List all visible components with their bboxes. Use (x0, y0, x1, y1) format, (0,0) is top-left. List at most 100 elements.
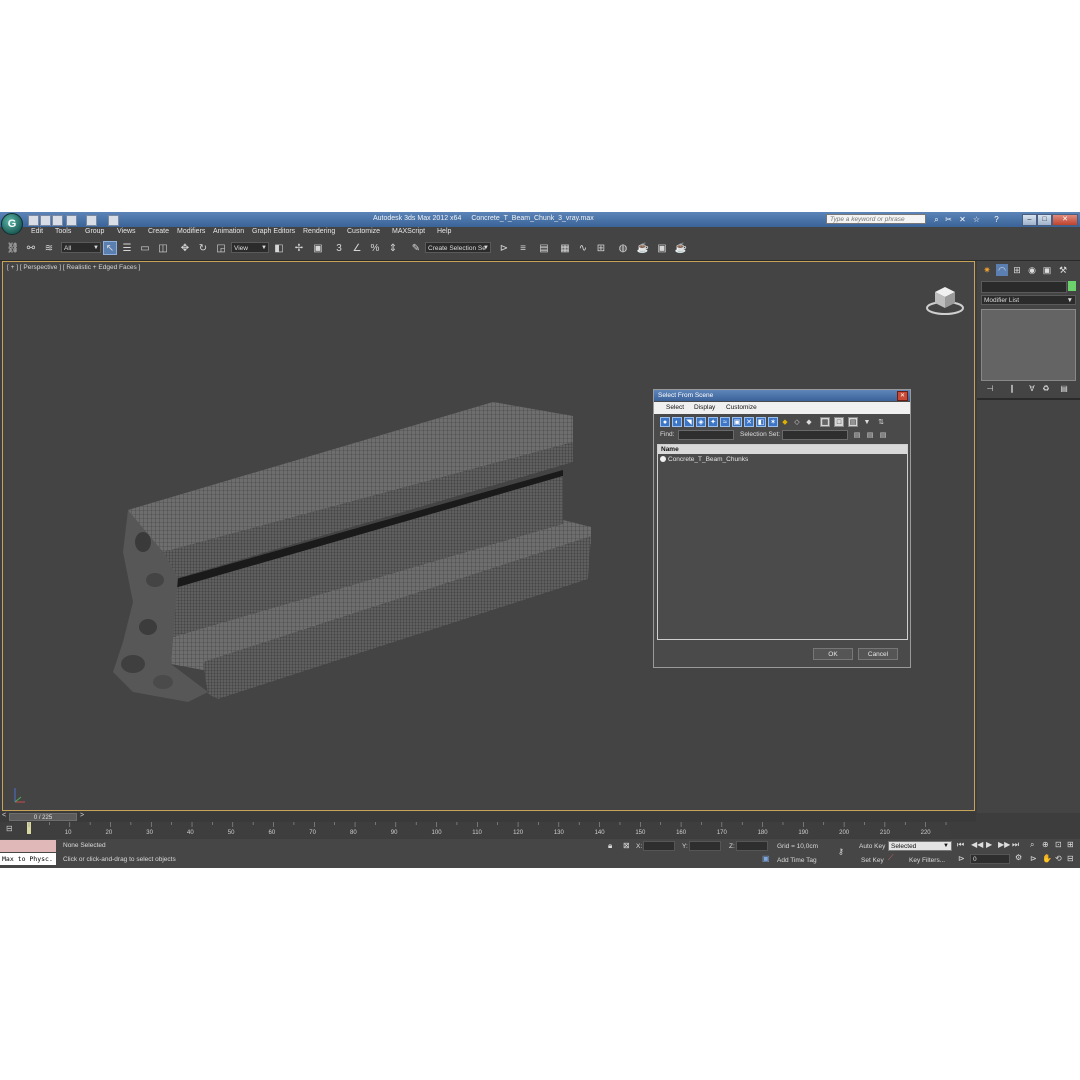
align-icon[interactable]: ≡ (516, 241, 530, 255)
add-time-tag-button[interactable]: Add Time Tag (777, 857, 817, 864)
pivot-center-icon[interactable]: ◧ (272, 241, 286, 255)
redo-icon[interactable] (86, 215, 97, 226)
unlink-icon[interactable]: ⚯ (24, 241, 38, 255)
field-of-view-icon[interactable]: ⊳ (1030, 854, 1037, 863)
time-tag-icon[interactable]: ▣ (762, 854, 770, 863)
snaps-toggle-icon[interactable]: 3 (332, 241, 346, 255)
auto-key-button[interactable]: Auto Key (859, 843, 885, 850)
hierarchy-tab-icon[interactable]: ⊞ (1011, 264, 1023, 276)
binoculars-icon[interactable]: ⌕ (932, 215, 941, 224)
show-end-result-icon[interactable]: ∥ (1007, 384, 1017, 394)
display-geometry-icon[interactable]: ● (660, 417, 670, 427)
favorites-icon[interactable]: ☆ (972, 215, 981, 224)
go-to-end-icon[interactable]: ⏭ (1012, 840, 1019, 850)
select-all-icon[interactable]: ▦ (820, 417, 830, 427)
configure-modifier-sets-icon[interactable]: ▤ (1059, 384, 1069, 394)
menu-tools[interactable]: Tools (55, 228, 71, 235)
maxscript-listener-input[interactable]: Max to Physc. (0, 853, 56, 865)
scene-object-list[interactable]: Name Concrete_T_Beam_Chunks (657, 444, 908, 640)
maximize-viewport-icon[interactable]: ⊟ (1067, 854, 1074, 863)
render-setup-icon[interactable]: ☕ (636, 241, 650, 255)
graphite-ribbon-icon[interactable]: ▦ (558, 241, 572, 255)
reference-coordinate-dropdown[interactable]: View ▼ (231, 242, 269, 253)
subscription-icon[interactable]: ✂ (944, 215, 953, 224)
select-and-link-icon[interactable]: ⛓ (6, 241, 20, 255)
name-column-header[interactable]: Name (658, 445, 907, 454)
menu-customize[interactable]: Customize (347, 228, 380, 235)
select-none-icon[interactable]: □ (834, 417, 844, 427)
remove-modifier-icon[interactable]: ♻ (1041, 384, 1051, 394)
maxscript-listener-top[interactable] (0, 840, 56, 852)
zoom-all-icon[interactable]: ⊕ (1042, 840, 1049, 849)
motion-tab-icon[interactable]: ◉ (1026, 264, 1038, 276)
menu-create[interactable]: Create (148, 228, 169, 235)
select-by-name-icon[interactable]: ☰ (120, 241, 134, 255)
previous-frame-icon[interactable]: < (2, 812, 6, 819)
time-slider-thumb[interactable]: 0 / 225 (9, 813, 77, 821)
next-key-icon[interactable]: ▶▶ (998, 840, 1010, 849)
edit-selection-set-icon[interactable]: ▤ (865, 430, 875, 440)
display-lights-icon[interactable]: ◥ (684, 417, 694, 427)
key-filter-toggle-icon[interactable]: ⟋ (888, 853, 894, 863)
select-and-move-icon[interactable]: ✥ (178, 241, 192, 255)
object-color-swatch[interactable] (1068, 281, 1076, 291)
menu-views[interactable]: Views (117, 228, 136, 235)
make-unique-icon[interactable]: ∀ (1027, 384, 1037, 394)
angle-snap-icon[interactable]: ∠ (350, 241, 364, 255)
minimize-button[interactable]: – (1022, 214, 1037, 226)
display-groups-icon[interactable]: ▣ (732, 417, 742, 427)
spinner-snap-icon[interactable]: ⇕ (386, 241, 400, 255)
ok-button[interactable]: OK (813, 648, 853, 660)
rendered-frame-window-icon[interactable]: ▣ (655, 241, 669, 255)
set-key-icon[interactable]: ⚷ (838, 847, 844, 856)
display-frozen-icon[interactable]: ✶ (768, 417, 778, 427)
maximize-button[interactable]: □ (1037, 214, 1052, 226)
display-xrefs-icon[interactable]: ✕ (744, 417, 754, 427)
display-cameras-icon[interactable]: ◈ (696, 417, 706, 427)
undo-icon[interactable] (66, 215, 77, 226)
orbit-icon[interactable]: ⟲ (1055, 854, 1062, 863)
absolute-mode-icon[interactable]: ⊠ (623, 841, 630, 850)
z-coordinate-field[interactable] (736, 841, 768, 851)
selection-set-dropdown[interactable] (782, 430, 848, 440)
concrete-t-beam-mesh[interactable] (103, 402, 603, 702)
pin-stack-icon[interactable]: ⊣ (985, 384, 995, 394)
pan-view-icon[interactable]: ✋ (1042, 854, 1052, 863)
dialog-close-button[interactable]: ✕ (897, 391, 908, 401)
key-mode-toggle-icon[interactable]: ⊳ (958, 854, 965, 863)
object-name-field[interactable] (981, 281, 1067, 293)
track-bar[interactable]: ⊟ 10 20 30 40 50 60 70 80 90 100 110 120 130 140 150 16… (0, 822, 950, 838)
select-object-icon[interactable]: ↖ (103, 241, 117, 255)
current-frame-field[interactable]: 0 (970, 854, 1010, 864)
utilities-tab-icon[interactable]: ⚒ (1057, 264, 1069, 276)
lock-selection-icon[interactable]: 🔒︎ (608, 841, 612, 851)
display-shapes-icon[interactable]: ◐ (672, 417, 682, 427)
display-invert-icon[interactable]: ◆ (804, 417, 814, 427)
menu-edit[interactable]: Edit (31, 228, 43, 235)
search-input[interactable]: Type a keyword or phrase (826, 214, 926, 224)
next-frame-icon[interactable]: > (80, 812, 84, 819)
select-and-rotate-icon[interactable]: ↻ (196, 241, 210, 255)
modifier-stack[interactable] (981, 309, 1076, 381)
go-to-start-icon[interactable]: ⏮ (957, 840, 964, 850)
filter-icon[interactable]: ▼ (862, 417, 872, 427)
display-bones-icon[interactable]: ◧ (756, 417, 766, 427)
dialog-menu-customize[interactable]: Customize (726, 404, 757, 411)
named-selection-set-dropdown[interactable]: Create Selection Se ▼ (425, 242, 491, 253)
viewport-label[interactable]: [ + ] [ Perspective ] [ Realistic + Edge… (7, 264, 140, 271)
project-folder-icon[interactable] (108, 215, 119, 226)
time-slider[interactable]: < 0 / 225 > (0, 812, 976, 822)
delete-selection-set-icon[interactable]: ▤ (878, 430, 888, 440)
key-mode-dropdown[interactable]: Selected ▼ (888, 841, 952, 851)
material-editor-icon[interactable]: ◍ (616, 241, 630, 255)
dialog-title[interactable]: Select From Scene (654, 390, 910, 401)
keyboard-shortcut-override-icon[interactable]: ▣ (311, 241, 325, 255)
menu-modifiers[interactable]: Modifiers (177, 228, 205, 235)
curve-editor-icon[interactable]: ∿ (576, 241, 590, 255)
select-and-scale-icon[interactable]: ◲ (214, 241, 228, 255)
select-invert-icon[interactable]: ▤ (848, 417, 858, 427)
percent-snap-icon[interactable]: % (368, 241, 382, 255)
dialog-menu-select[interactable]: Select (666, 404, 684, 411)
selection-filter-dropdown[interactable]: All ▼ (61, 242, 101, 253)
open-file-icon[interactable] (40, 215, 51, 226)
